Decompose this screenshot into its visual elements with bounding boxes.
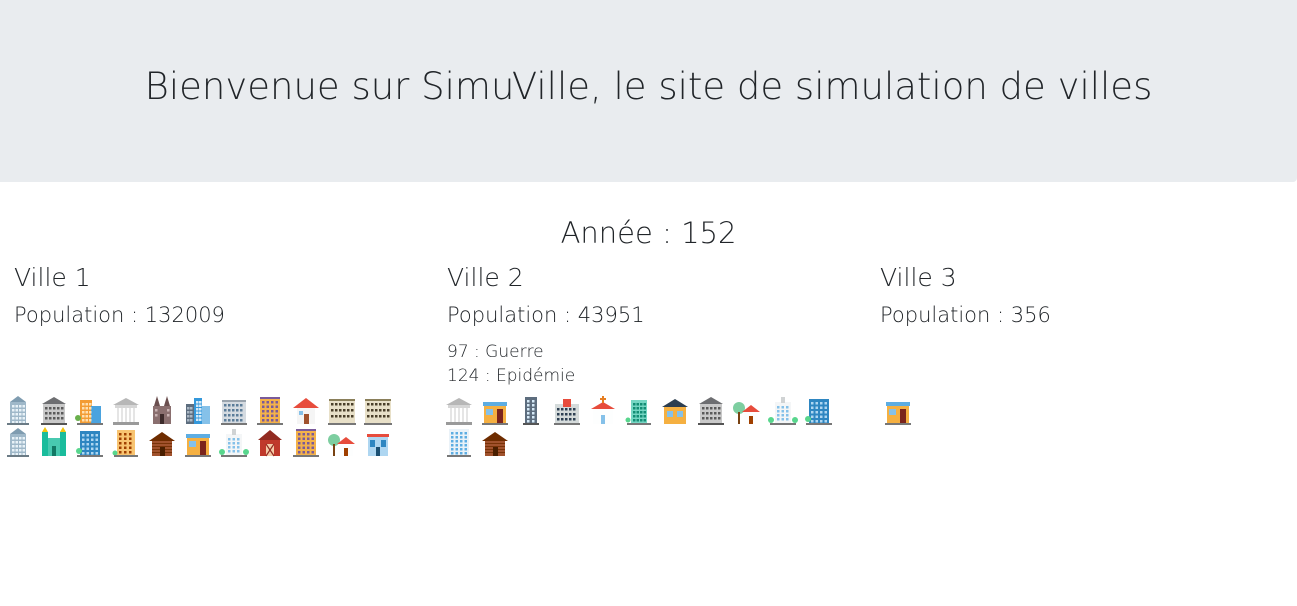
palace-building-icon (324, 394, 360, 426)
shop-icon (885, 402, 911, 425)
shop-blue-building-icon (360, 426, 396, 458)
hotel-icon (257, 397, 283, 425)
hotel-icon (293, 429, 319, 457)
skyscrapers-icon (186, 398, 210, 424)
shop-icon (482, 402, 508, 425)
city-2: Ville 2 Population : 43951 97 : Guerre 1… (433, 260, 866, 457)
temple-icon (113, 398, 139, 425)
cabin-building-icon (144, 426, 180, 458)
church-icon (153, 396, 171, 424)
tower-gray-building-icon (513, 394, 549, 426)
office-teal-icon (805, 399, 832, 425)
city-population: Population : 356 (880, 303, 1051, 327)
header-jumbotron: Bienvenue sur SimuVille, le site de simu… (0, 0, 1297, 182)
office-teal-building-icon (801, 394, 837, 426)
shop-blue-icon (367, 434, 389, 456)
museum-icon (41, 397, 67, 425)
chapel-building-icon (585, 394, 621, 426)
city-name: Ville 1 (14, 263, 91, 292)
apartments-white-icon (447, 429, 471, 457)
tower-blue-building-icon (0, 426, 36, 458)
year-counter: Année : 152 (560, 216, 737, 250)
temple-icon (446, 398, 472, 425)
office-teal-icon (76, 431, 103, 457)
city-name: Ville 2 (447, 263, 524, 292)
house-orange-building-icon (657, 394, 693, 426)
school-building-icon (549, 394, 585, 426)
hospital-building-icon (216, 426, 252, 458)
building-grid (441, 394, 871, 458)
cabin-icon (482, 432, 508, 456)
office-orange-building-icon (72, 394, 108, 426)
city-1: Ville 1 Population : 132009 (0, 260, 433, 457)
palace-icon (364, 399, 392, 425)
hospital-icon (219, 429, 249, 457)
house-tree-icon (328, 434, 355, 456)
tower-teal-icon (625, 400, 651, 425)
house-red-icon (293, 398, 319, 424)
tower-blue-icon (7, 396, 29, 425)
tower-blue-building-icon (0, 394, 36, 426)
building-grid (880, 394, 1297, 426)
city-population: Population : 43951 (447, 303, 645, 327)
apartments-orange-building-icon (108, 426, 144, 458)
palace-icon (328, 399, 356, 425)
tower-blue-icon (7, 428, 29, 457)
event-item: 124 : Epidémie (447, 366, 576, 386)
museum-icon (698, 397, 724, 425)
hospital-building-icon (765, 394, 801, 426)
apartments-building-icon (216, 394, 252, 426)
castle-building-icon (36, 426, 72, 458)
office-orange-icon (75, 400, 103, 425)
barn-icon (258, 430, 282, 457)
house-tree-building-icon (729, 394, 765, 426)
tower-teal-building-icon (621, 394, 657, 426)
shop-building-icon (180, 426, 216, 458)
house-tree-building-icon (324, 426, 360, 458)
castle-icon (42, 427, 66, 456)
city-population: Population : 132009 (14, 303, 225, 327)
school-icon (554, 399, 580, 425)
event-item: 97 : Guerre (447, 342, 544, 362)
event-list: 97 : Guerre 124 : Epidémie (447, 340, 575, 388)
shop-building-icon (477, 394, 513, 426)
hotel-building-icon (288, 426, 324, 458)
temple-building-icon (108, 394, 144, 426)
cabin-icon (149, 432, 175, 456)
city-name: Ville 3 (880, 263, 957, 292)
apartments-orange-icon (112, 430, 138, 457)
hotel-building-icon (252, 394, 288, 426)
cabin-building-icon (477, 426, 513, 458)
skyscrapers-building-icon (180, 394, 216, 426)
house-red-building-icon (288, 394, 324, 426)
shop-icon (185, 434, 211, 457)
museum-building-icon (36, 394, 72, 426)
temple-building-icon (441, 394, 477, 426)
chapel-icon (591, 396, 615, 424)
museum-building-icon (693, 394, 729, 426)
office-teal-building-icon (72, 426, 108, 458)
house-tree-icon (733, 402, 760, 424)
apartments-white-building-icon (441, 426, 477, 458)
tower-gray-icon (523, 397, 539, 425)
palace-building-icon (360, 394, 396, 426)
shop-building-icon (880, 394, 916, 426)
house-orange-icon (662, 399, 688, 424)
church-building-icon (144, 394, 180, 426)
building-grid (0, 394, 430, 458)
apartments-icon (221, 400, 247, 425)
city-3: Ville 3 Population : 356 (866, 260, 1297, 425)
barn-building-icon (252, 426, 288, 458)
page-title: Bienvenue sur SimuVille, le site de simu… (144, 65, 1153, 108)
hospital-icon (768, 397, 798, 425)
